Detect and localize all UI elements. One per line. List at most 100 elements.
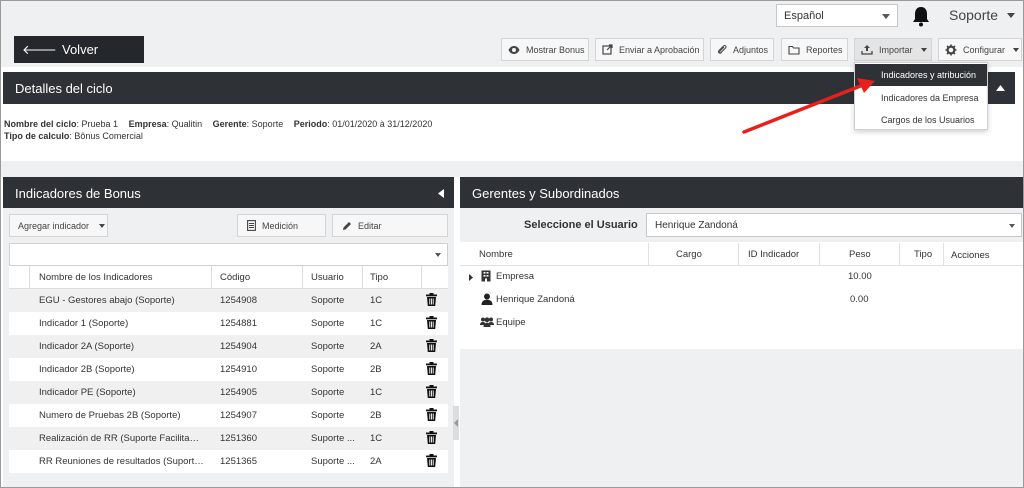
tree-node-company[interactable]: Empresa 10.00	[460, 266, 1023, 288]
upload-icon	[861, 45, 873, 55]
indicator-user-cell: Soporte	[311, 318, 345, 329]
indicator-code-cell: 1254908	[220, 295, 257, 306]
bonus-indicators-header[interactable]: Indicadores de Bonus	[3, 177, 454, 209]
indicator-name-cell: RR Reuniones de resultados (Suporte Faci…	[39, 456, 204, 467]
column-header-code[interactable]: Código	[220, 272, 250, 283]
column-header-name[interactable]: Nombre de los Indicadores	[39, 272, 153, 283]
column-divider	[819, 243, 820, 266]
column-header-type[interactable]: Tipo	[914, 249, 932, 260]
trash-icon[interactable]	[426, 408, 437, 421]
menu-item-company-indicators[interactable]: Indicadores da Empresa	[855, 87, 987, 109]
indicator-type-cell: 2B	[370, 364, 382, 375]
import-label: Importar	[879, 44, 913, 55]
bell-icon[interactable]	[911, 5, 931, 27]
indicator-type-cell: 1C	[370, 387, 383, 398]
indicator-type-cell: 2A	[370, 341, 382, 352]
add-indicator-label: Agregar indicador	[18, 220, 90, 231]
column-header-position[interactable]: Cargo	[676, 249, 702, 260]
column-header-indicator-id[interactable]: ID Indicador	[748, 249, 799, 260]
chevron-down-icon	[920, 47, 927, 52]
add-indicator-button[interactable]: Agregar indicador	[9, 214, 108, 237]
indicator-user-cell: Soporte	[311, 410, 345, 421]
measurement-button[interactable]: Medición	[237, 214, 326, 237]
reports-button[interactable]: Reportes	[781, 38, 848, 61]
trash-icon[interactable]	[426, 316, 437, 329]
indicator-code-cell: 1254905	[220, 387, 257, 398]
company-value: : Qualitin	[166, 119, 203, 129]
tree-node-user[interactable]: Henrique Zandoná 0.00	[460, 289, 1023, 311]
trash-icon[interactable]	[426, 339, 437, 352]
managers-title: Gerentes y Subordinados	[472, 185, 620, 201]
cycle-name-value: : Prueba 1	[76, 119, 119, 129]
indicator-code-cell: 1254910	[220, 364, 257, 375]
configure-button[interactable]: Configurar	[938, 38, 1022, 61]
trash-icon[interactable]	[426, 362, 437, 375]
back-button[interactable]: 🡐 Volver	[14, 36, 144, 63]
indicator-name-cell: Indicador 2B (Soporte)	[39, 364, 135, 375]
indicator-code-cell: 1251360	[220, 433, 257, 444]
language-select[interactable]: Español	[776, 4, 898, 27]
manager-value: : Soporte	[246, 119, 284, 129]
table-row[interactable]: Indicador 2B (Soporte) 1254910 Soporte 2B	[9, 358, 448, 381]
caret-right-icon[interactable]	[469, 274, 473, 281]
cycle-details-line-2: Tipo de calculo: Bônus Comercial	[4, 130, 432, 142]
chevron-down-icon	[1009, 224, 1015, 228]
indicator-name-cell: Indicador PE (Soporte)	[39, 387, 136, 398]
eye-icon	[508, 45, 520, 54]
menu-item-indicators-attribution[interactable]: Indicadores y atribución	[855, 64, 987, 86]
indicator-user-cell: Soporte	[311, 387, 345, 398]
tree-node-weight: 10.00	[848, 271, 872, 282]
edit-button[interactable]: Editar	[332, 214, 448, 237]
table-row[interactable]: EGU - Gestores abajo (Soporte) 1254908 Sop…	[9, 289, 448, 312]
send-approval-button[interactable]: Enviar a Aprobación	[595, 38, 704, 61]
column-header-weight[interactable]: Peso	[849, 249, 871, 260]
language-select-value: Español	[784, 9, 824, 22]
import-button[interactable]: Importar	[854, 38, 932, 61]
paperclip-icon	[717, 44, 727, 54]
attachments-button[interactable]: Adjuntos	[710, 38, 774, 61]
trash-icon[interactable]	[426, 454, 437, 467]
menu-item-user-positions[interactable]: Cargos de los Usuarios	[855, 109, 987, 131]
indicator-name-cell: Realización de RR (Suporte Facilitador)	[39, 433, 204, 444]
bonus-indicators-title: Indicadores de Bonus	[15, 185, 141, 201]
indicator-type-cell: 1C	[370, 433, 383, 444]
tree-node-team[interactable]: Equipe	[460, 312, 1023, 334]
trash-icon[interactable]	[426, 431, 437, 444]
collapse-up-icon[interactable]	[996, 85, 1005, 91]
edit-label: Editar	[358, 220, 382, 231]
indicator-filter-select[interactable]	[9, 243, 448, 266]
column-divider	[899, 243, 900, 266]
panel-splitter-handle[interactable]	[453, 406, 459, 440]
column-divider	[302, 266, 303, 289]
cycle-details-body: Nombre del ciclo: Prueba 1 Empresa: Qual…	[4, 118, 432, 142]
table-row[interactable]: RR Reuniones de resultados (Suporte Faci…	[9, 450, 448, 473]
managers-header: Gerentes y Subordinados	[460, 177, 1023, 209]
column-divider	[211, 266, 212, 289]
managers-panel-footer	[460, 349, 1023, 487]
user-select[interactable]: Henrique Zandoná	[646, 213, 1022, 237]
column-header-type[interactable]: Tipo	[370, 272, 388, 283]
indicator-name-cell: Numero de Pruebas 2B (Soporte)	[39, 410, 181, 421]
managers-table-header: Nombre Cargo ID Indicador Peso Tipo Acci…	[460, 243, 1023, 266]
show-bonus-button[interactable]: Mostrar Bonus	[501, 38, 589, 61]
table-row[interactable]: Realización de RR (Suporte Facilitador) 1…	[9, 427, 448, 450]
indicator-user-cell: Soporte	[311, 364, 345, 375]
table-row[interactable]: Indicador 1 (Soporte) 1254881 Soporte 1C	[9, 312, 448, 335]
gear-icon	[945, 44, 957, 55]
column-header-name[interactable]: Nombre	[479, 249, 513, 260]
chevron-down-icon[interactable]	[1007, 13, 1015, 18]
cycle-details-title: Detalles del ciclo	[15, 80, 113, 96]
user-menu-name[interactable]: Soporte	[949, 7, 998, 23]
indicators-table: Nombre de los Indicadores Código Usuario…	[9, 266, 448, 473]
trash-icon[interactable]	[426, 385, 437, 398]
select-user-label: Seleccione el Usuario	[524, 219, 638, 231]
table-row[interactable]: Indicador PE (Soporte) 1254905 Soporte 1C	[9, 381, 448, 404]
table-row[interactable]: Indicador 2A (Soporte) 1254904 Soporte 2A	[9, 335, 448, 358]
trash-icon[interactable]	[426, 293, 437, 306]
collapse-left-icon[interactable]	[438, 189, 444, 198]
table-row[interactable]: Numero de Pruebas 2B (Soporte) 1254907 Sop…	[9, 404, 448, 427]
column-header-user[interactable]: Usuario	[311, 272, 344, 283]
column-divider	[362, 266, 363, 289]
period-label: Periodo	[293, 119, 328, 129]
tree-node-label: Equipe	[496, 317, 526, 328]
